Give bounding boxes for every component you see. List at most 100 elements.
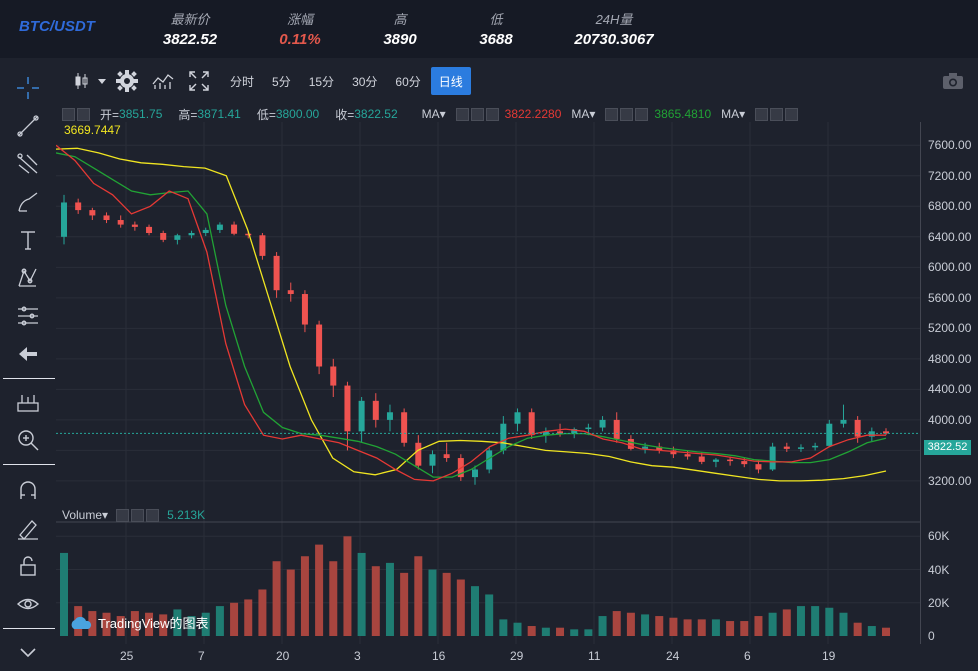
stat-low: 低 3688	[468, 9, 524, 48]
eye-icon[interactable]	[14, 590, 42, 618]
magnet-icon[interactable]	[14, 476, 42, 504]
chevron-down-icon[interactable]	[14, 638, 42, 666]
visibility-icon[interactable]	[62, 107, 75, 121]
cloud-icon	[71, 616, 92, 629]
close-icon[interactable]	[635, 107, 649, 121]
text-icon[interactable]	[14, 226, 42, 254]
lock-pen-icon[interactable]	[14, 514, 42, 542]
indicators-icon[interactable]	[144, 67, 182, 95]
drawing-toolbar	[0, 58, 56, 671]
toolbar-divider	[3, 464, 55, 465]
volume-legend: Volume▾ 5.213K	[62, 508, 205, 522]
volume-bar	[230, 602, 239, 636]
settings-icon[interactable]	[770, 107, 784, 121]
settings-icon[interactable]	[77, 107, 90, 121]
fullscreen-icon[interactable]	[184, 67, 214, 95]
stat-label: 24H量	[595, 12, 633, 27]
volume-bar	[485, 594, 494, 636]
volume-bar	[655, 616, 664, 636]
interval-1d[interactable]: 日线	[430, 67, 471, 95]
volume-bar	[527, 626, 536, 636]
back-arrow-icon[interactable]	[14, 340, 42, 368]
settings-icon[interactable]	[620, 107, 634, 121]
volume-bar	[400, 572, 409, 636]
candle-body	[386, 412, 393, 420]
interval-5m[interactable]: 5分	[264, 67, 299, 95]
interval-60m[interactable]: 60分	[387, 67, 428, 95]
last-price-badge: 3822.52	[924, 440, 971, 455]
time-tick: 6	[744, 649, 751, 663]
volume-bar	[442, 572, 451, 636]
stat-value: 20730.3067	[574, 31, 654, 48]
visibility-icon[interactable]	[455, 107, 469, 121]
high-value: 3871.41	[197, 107, 241, 121]
brush-icon[interactable]	[14, 188, 42, 216]
gear-icon[interactable]	[112, 67, 142, 95]
ma-yellow-label: 3669.7447	[64, 123, 121, 137]
volume-bar	[244, 599, 253, 636]
settings-icon[interactable]	[470, 107, 484, 121]
symbol-pair[interactable]: BTC/USDT	[19, 18, 95, 35]
zoom-in-icon[interactable]	[14, 426, 42, 454]
close-icon[interactable]	[146, 508, 160, 522]
interval-15m[interactable]: 15分	[301, 67, 342, 95]
volume-bar	[796, 606, 805, 636]
watermark-text: TradingView的图表	[98, 616, 209, 631]
visibility-icon[interactable]	[116, 508, 130, 522]
camera-icon[interactable]	[942, 72, 964, 95]
unlock-icon[interactable]	[14, 552, 42, 580]
candle-body	[443, 454, 450, 459]
candle-body	[797, 447, 804, 449]
chevron-down-icon[interactable]	[94, 67, 110, 95]
pattern-icon[interactable]	[14, 264, 42, 292]
visibility-icon[interactable]	[755, 107, 769, 121]
interval-30m[interactable]: 30分	[344, 67, 385, 95]
candle-body	[61, 202, 67, 237]
candle-body	[627, 438, 634, 449]
volume-bar	[726, 621, 735, 636]
volume-bar	[584, 629, 593, 636]
candle-body	[231, 224, 238, 234]
candle-body	[868, 431, 875, 437]
fib-icon[interactable]	[14, 302, 42, 330]
interval-1m[interactable]: 分时	[222, 67, 262, 95]
price-chart[interactable]: 3669.7447	[56, 122, 920, 644]
chart-toolbar: 分时 5分 15分 30分 60分 日线	[56, 66, 473, 96]
low-label: 低=	[256, 107, 276, 122]
price-axis[interactable]: 7600.00 7200.00 6800.00 6400.00 6000.00 5600.…	[920, 122, 978, 644]
visibility-icon[interactable]	[605, 107, 619, 121]
candles-icon[interactable]	[70, 67, 92, 95]
price-tick: 6000.00	[928, 260, 972, 275]
volume-bar	[385, 562, 394, 636]
candle-body	[344, 385, 351, 432]
tradingview-watermark: TradingView的图表	[68, 613, 209, 632]
candle-body	[599, 419, 606, 428]
stat-label: 高	[393, 12, 407, 27]
crosshair-icon[interactable]	[14, 74, 42, 102]
candle-body	[854, 419, 861, 437]
close-icon[interactable]	[485, 107, 499, 121]
volume-label[interactable]: Volume▾	[62, 508, 108, 522]
stat-label: 涨幅	[286, 12, 313, 27]
stat-label: 最新价	[170, 12, 210, 27]
volume-bar	[782, 609, 791, 636]
volume-bar	[60, 552, 68, 636]
close-icon[interactable]	[785, 107, 799, 121]
trendline-icon[interactable]	[14, 112, 42, 140]
candle-body	[698, 456, 705, 462]
ma-selector[interactable]: MA▾	[721, 107, 745, 121]
ma-selector[interactable]: MA▾	[422, 107, 446, 121]
volume-tick: 60K	[928, 529, 950, 544]
volume-bar	[839, 612, 848, 636]
measure-icon[interactable]	[14, 390, 42, 418]
time-tick: 19	[822, 649, 836, 663]
settings-icon[interactable]	[131, 508, 145, 522]
high-label: 高=	[178, 107, 198, 122]
fork-icon[interactable]	[14, 150, 42, 178]
ma-selector[interactable]: MA▾	[571, 107, 595, 121]
volume-bar	[371, 566, 380, 636]
candle-body	[103, 215, 110, 221]
ma-value: 3822.2280	[504, 107, 562, 121]
candle-body	[684, 454, 691, 457]
time-tick: 29	[510, 649, 524, 663]
